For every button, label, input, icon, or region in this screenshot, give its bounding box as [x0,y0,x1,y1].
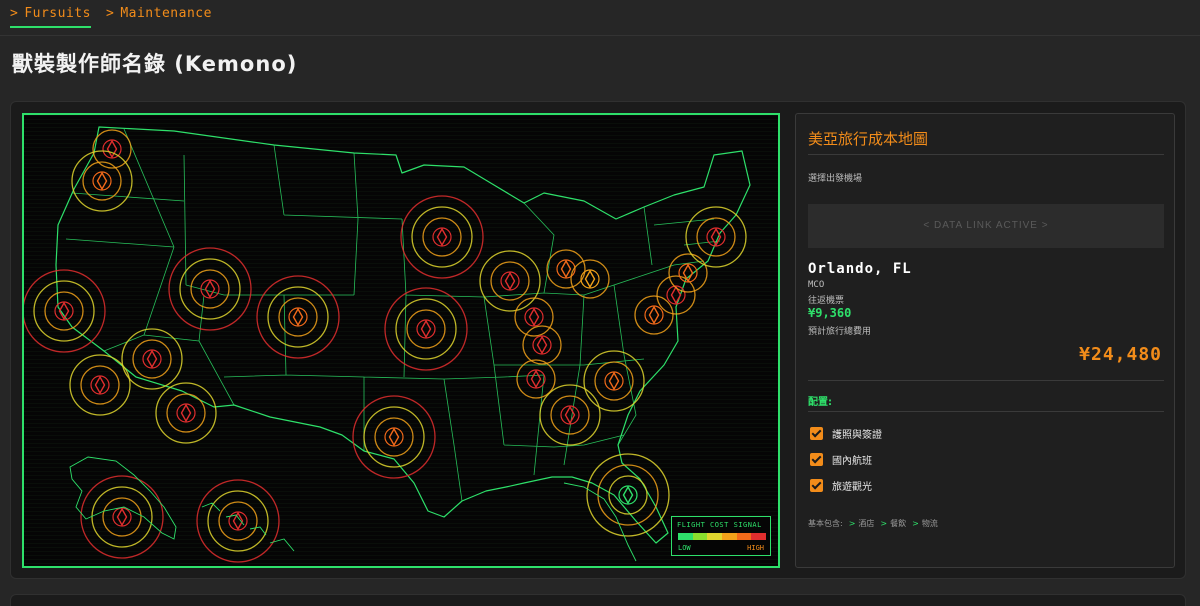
us-map-svg [24,115,778,566]
include-dining: > 餐飲 [880,518,906,529]
legend-swatch [722,533,737,540]
fare-label: 往返機票 [808,296,845,306]
include-hotel: > 酒店 [849,518,875,529]
chevron-right-icon: > [106,6,115,21]
sidebar-title: 美亞旅行成本地圖 [808,130,929,148]
include-label: 餐飲 [890,519,907,528]
chevron-right-icon: > [912,519,919,528]
crumb-label: Fursuits [24,6,91,21]
includes-row: 基本包含: > 酒店 > 餐飲 > 物流 [808,518,938,529]
legend-swatch [692,533,708,540]
origin-airport-label: 選擇出發機場 [808,174,863,184]
checkbox-checked-icon[interactable] [810,452,823,466]
include-label: 酒店 [858,519,875,528]
airport-code: MCO [808,280,825,290]
fare-value: ¥9,360 [808,306,852,320]
include-label: 物流 [921,519,938,528]
legend-swatch [707,533,723,540]
checkbox-checked-icon[interactable] [810,478,823,492]
crumb-fursuits[interactable]: > Fursuits [10,6,91,28]
travel-cost-map[interactable] [22,113,780,568]
includes-label: 基本包含: [808,519,843,528]
chevron-right-icon: > [10,6,19,21]
config-label: 配置: [808,397,832,408]
travel-cost-sidebar: 美亞旅行成本地圖 選擇出發機場 < DATA LINK ACTIVE > Orl… [795,113,1175,568]
chevron-right-icon: > [848,519,856,528]
crumb-maintenance[interactable]: > Maintenance [106,6,212,21]
legend-swatch [736,533,752,540]
divider [808,380,1164,381]
include-logistics: > 物流 [912,518,938,529]
legend-title: FLIGHT COST SIGNAL [677,521,762,529]
divider [808,154,1164,155]
option-label: 旅遊觀光 [832,481,872,493]
legend-swatch [678,533,693,540]
airport-selector[interactable]: < DATA LINK ACTIVE > [808,204,1164,248]
legend-low: LOW [678,544,691,552]
legend-swatch [751,533,767,540]
cost-legend: FLIGHT COST SIGNAL LOW HIGH [671,516,771,556]
page-title: 獸裝製作師名錄 (Kemono) [12,52,298,76]
option-sightseeing[interactable]: 旅遊觀光 [810,477,872,493]
option-domestic-flights[interactable]: 國內航班 [810,451,872,467]
legend-high: HIGH [747,544,764,552]
selected-city: Orlando, FL [808,261,912,277]
total-value: ¥24,480 [1079,344,1162,365]
option-label: 護照與簽證 [832,429,882,441]
legend-gradient [678,533,767,540]
divider [808,411,1164,412]
chevron-right-icon: > [880,519,888,528]
top-nav: > Fursuits > Maintenance [0,0,1200,36]
checkbox-checked-icon[interactable] [810,426,823,440]
lower-panel [10,594,1186,606]
option-label: 國內航班 [832,455,872,467]
crumb-label: Maintenance [120,6,212,21]
total-label: 預計旅行總費用 [808,327,872,337]
option-passport-visa[interactable]: 護照與簽證 [810,425,882,441]
